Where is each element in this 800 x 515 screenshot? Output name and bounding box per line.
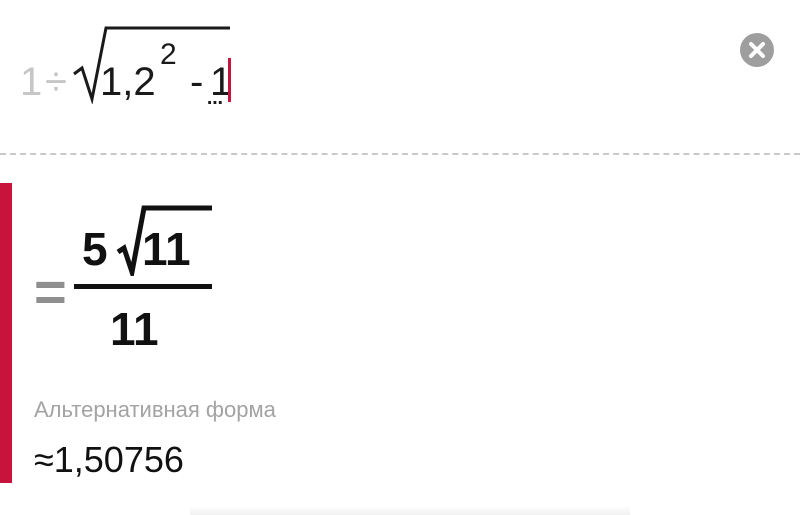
division-operator: ÷	[45, 60, 67, 104]
input-result-divider	[0, 153, 800, 155]
numerator-radicand: 11	[142, 223, 191, 275]
minus-operator: -	[190, 60, 204, 104]
text-cursor	[228, 58, 231, 102]
calculator-screen: 1 ÷ 1,2 2 - 1 ⋯ = 5 11 11 Альтернативная…	[0, 0, 800, 515]
approximate-result[interactable]: ≈1,50756	[34, 440, 184, 480]
alternative-form-label: Альтернативная форма	[34, 397, 276, 422]
expression-exponent: 2	[160, 38, 177, 71]
fraction-bar	[74, 284, 212, 289]
result-accent-bar	[0, 183, 12, 483]
expression-base: 1,2	[100, 60, 156, 104]
clear-button[interactable]	[740, 33, 774, 67]
expression-numerator: 1	[20, 60, 43, 104]
equals-sign: =	[34, 260, 67, 323]
placeholder-marker: ⋯	[207, 93, 224, 112]
bottom-fade	[190, 506, 630, 515]
numerator-coefficient: 5	[82, 223, 108, 275]
close-icon	[749, 42, 765, 58]
denominator: 11	[110, 303, 159, 355]
expression-input-area[interactable]: 1 ÷ 1,2 2 - 1 ⋯	[0, 0, 800, 150]
exact-result-fraction[interactable]: 5 11 11	[72, 196, 212, 366]
